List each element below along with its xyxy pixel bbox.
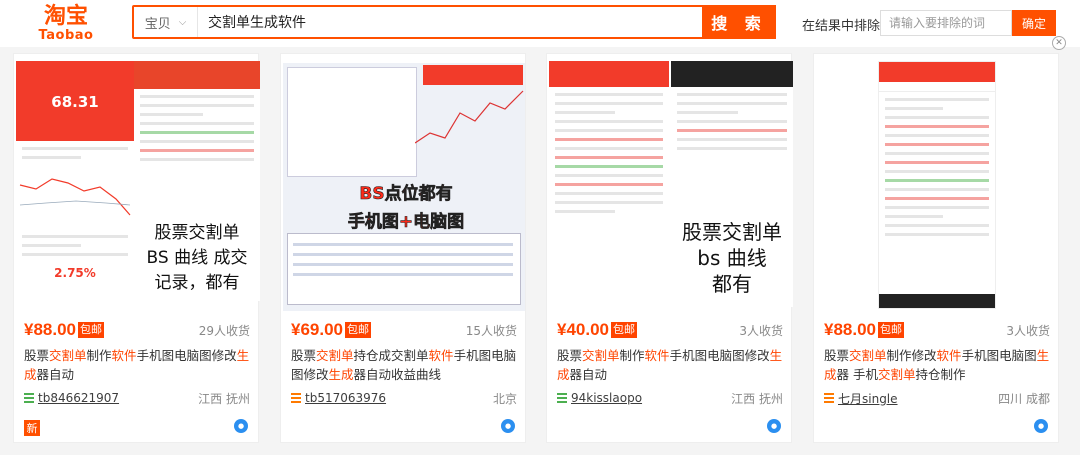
logo-english: Taobao [38,28,94,43]
title-keyword: 交割单 [582,348,620,363]
title-text: 器自动 [36,367,75,382]
title-text: 持仓制作 [915,367,966,382]
sold-count: 29人收货 [198,323,250,338]
shop-link[interactable]: tb846621907 [38,391,119,405]
price: ¥88.00 [24,320,76,339]
title-text: 股票 [824,348,850,363]
chevron-down-icon: ⌵ [178,16,187,28]
search-scope-dropdown[interactable]: 宝贝 ⌵ [134,7,198,37]
title-text: 股票 [557,348,583,363]
wangwang-chat-icon[interactable]: ● [501,419,515,433]
shop-link[interactable]: 94kisslaopo [571,391,642,405]
product-card[interactable]: 68.31 2.75% 股票交割单 BS 曲线 成交 记录，都有 ¥88.00 … [13,53,260,443]
sold-count: 3人收货 [739,323,783,338]
product-image[interactable]: 股票交割单 bs 曲线 都有 [547,61,793,311]
product-title[interactable]: 股票交割单持仓成交割单软件手机图电脑图修改生成器自动收益曲线 [291,346,517,384]
title-text: 手机图电脑图修改 [136,348,237,363]
price: ¥88.00 [824,320,876,339]
title-text: 股票 [291,348,317,363]
title-text: 制作 [86,348,112,363]
product-card[interactable]: BS点位都有 手机图+电脑图 ¥69.00 包邮 15人收货 股票交割单持仓成交… [280,53,526,443]
free-shipping-badge: 包邮 [345,322,371,338]
price: ¥69.00 [291,320,343,339]
search-button[interactable]: 搜 索 [702,5,776,39]
new-badge: 新 [24,420,40,436]
search-header: 淘宝 Taobao 宝贝 ⌵ 搜 索 在结果中排除 确定 ✕ [0,0,1080,50]
exclude-input[interactable] [880,10,1012,36]
shop-link[interactable]: tb517063976 [305,391,386,405]
taobao-logo[interactable]: 淘宝 Taobao [36,5,96,43]
chart-curve-image [19,178,131,216]
title-keyword: 交割单 [49,348,87,363]
title-text: 器自动 [569,367,608,382]
location: 四川 成都 [998,391,1050,406]
product-title[interactable]: 股票交割单制作修改软件手机图电脑图生成器 手机交割单持仓制作 [824,346,1050,384]
shop-icon [824,393,834,403]
title-keyword: 交割单 [316,348,354,363]
location: 江西 抚州 [198,391,250,406]
chart-curve-image [415,90,524,144]
confirm-button[interactable]: 确定 [1012,10,1056,36]
search-scope-label: 宝贝 [144,16,171,32]
image-value: 68.31 [16,61,134,141]
title-keyword: 交割单 [878,367,916,382]
shop-icon [557,393,567,403]
product-title[interactable]: 股票交割单制作软件手机图电脑图修改生成器自动 [557,346,783,384]
title-keyword: 软件 [428,348,454,363]
title-text: 手机图电脑图修改 [669,348,770,363]
wangwang-chat-icon[interactable]: ● [1034,419,1048,433]
price: ¥40.00 [557,320,609,339]
product-image[interactable]: 68.31 2.75% 股票交割单 BS 曲线 成交 记录，都有 [14,61,260,311]
image-pct: 2.75% [54,266,96,280]
exclude-label: 在结果中排除 [802,19,881,34]
image-overlay-text: 股票交割单 bs 曲线 都有 [682,220,782,296]
title-text: 器自动收益曲线 [353,367,442,382]
image-overlay-text: 股票交割单 BS 曲线 成交 记录，都有 [146,223,248,293]
location: 江西 抚州 [731,391,783,406]
wangwang-chat-icon[interactable]: ● [234,419,248,433]
sold-count: 3人收货 [1006,323,1050,338]
wangwang-chat-icon[interactable]: ● [767,419,781,433]
image-overlay-line2: 手机图+电脑图 [347,212,465,233]
search-bar: 宝贝 ⌵ 搜 索 [132,5,776,39]
logo-chinese: 淘宝 [43,4,88,29]
shop-icon [291,393,301,403]
title-text: 制作 [619,348,645,363]
image-overlay-line1: BS点位都有 [359,184,453,205]
title-text: 器 手机 [836,367,878,382]
shop-link[interactable]: 七月single [838,390,898,407]
free-shipping-badge: 包邮 [611,322,637,338]
product-image[interactable]: BS点位都有 手机图+电脑图 [281,61,527,311]
title-text: 持仓成交割单 [353,348,429,363]
close-icon[interactable]: ✕ [1052,36,1066,50]
location: 北京 [492,391,517,406]
shop-icon [24,393,34,403]
free-shipping-badge: 包邮 [878,322,904,338]
product-image[interactable] [814,61,1060,311]
title-keyword: 软件 [936,348,962,363]
search-input[interactable] [198,7,702,37]
product-card[interactable]: ¥88.00 包邮 3人收货 股票交割单制作修改软件手机图电脑图生成器 手机交割… [813,53,1059,443]
product-title[interactable]: 股票交割单制作软件手机图电脑图修改生成器自动 [24,346,250,384]
title-text: 手机图电脑图 [961,348,1037,363]
free-shipping-badge: 包邮 [78,322,104,338]
sold-count: 15人收货 [465,323,517,338]
title-keyword: 生成 [328,367,354,382]
title-text: 股票 [24,348,50,363]
product-card[interactable]: 股票交割单 bs 曲线 都有 ¥40.00 包邮 3人收货 股票交割单制作软件手… [546,53,793,443]
title-keyword: 软件 [111,348,137,363]
title-keyword: 交割单 [849,348,887,363]
title-keyword: 软件 [644,348,670,363]
title-text: 制作修改 [886,348,937,363]
